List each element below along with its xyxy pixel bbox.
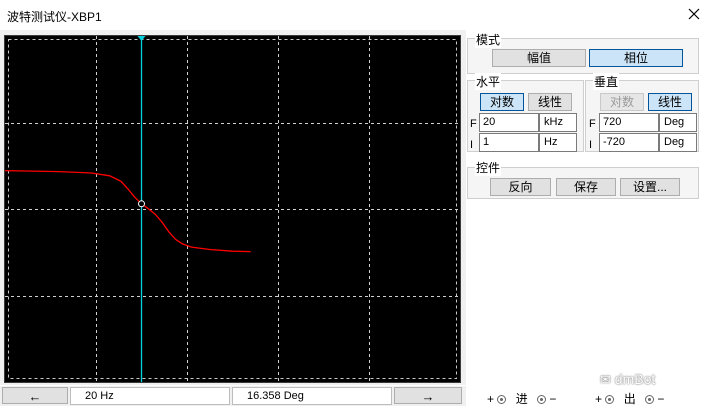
vertical-log-button[interactable]: 对数: [600, 93, 644, 111]
cursor-handle-icon[interactable]: [137, 36, 146, 41]
cursor-left-button[interactable]: ←: [2, 387, 68, 404]
output-terminal-label: 出: [623, 392, 636, 406]
cursor-right-button[interactable]: →: [394, 387, 462, 404]
save-button[interactable]: 保存: [556, 178, 616, 196]
input-minus-terminal-icon[interactable]: [537, 395, 547, 405]
output-plus-terminal-icon[interactable]: [605, 395, 615, 405]
settings-button[interactable]: 设置...: [620, 178, 680, 196]
input-terminals: + 进 −: [487, 390, 556, 407]
output-minus-terminal-icon[interactable]: [645, 395, 655, 405]
phase-trace: [5, 169, 251, 253]
output-terminals: + 出 −: [595, 390, 664, 407]
close-icon[interactable]: [686, 6, 702, 22]
vertical-f-label: F: [589, 118, 596, 130]
bode-plotter-window: 波特测试仪-XBP1 ← 20 Hz 16.358 Deg → 模式 幅值 相位: [0, 0, 708, 409]
plot-area[interactable]: [4, 35, 461, 383]
output-minus-label: −: [657, 392, 665, 406]
vertical-final-unit[interactable]: Deg: [659, 113, 697, 132]
horizontal-f-label: F: [470, 118, 477, 130]
status-bar: ← 20 Hz 16.358 Deg →: [0, 386, 466, 406]
watermark-text: dmBot: [614, 371, 656, 387]
horizontal-initial-unit[interactable]: Hz: [539, 133, 577, 152]
mode-label: 模式: [475, 31, 502, 48]
arrow-left-icon: ←: [28, 389, 42, 404]
watermark: ✉ dmBot: [600, 371, 655, 388]
wechat-icon: ✉: [600, 372, 611, 387]
vertical-i-label: I: [589, 139, 593, 151]
arrow-right-icon: →: [421, 389, 435, 404]
vertical-final-input[interactable]: 720: [599, 113, 659, 132]
cursor-value: 16.358 Deg: [232, 387, 392, 405]
horizontal-initial-input[interactable]: 1: [479, 133, 539, 152]
reverse-button[interactable]: 反向: [490, 178, 551, 196]
vertical-linear-button[interactable]: 线性: [648, 93, 692, 111]
horizontal-log-button[interactable]: 对数: [480, 93, 524, 111]
output-plus-label: +: [595, 392, 603, 406]
display-panel: [0, 30, 466, 385]
vertical-label: 垂直: [593, 73, 620, 90]
controls-label: 控件: [475, 159, 502, 176]
magnitude-button[interactable]: 幅值: [492, 49, 586, 67]
vertical-initial-unit[interactable]: Deg: [659, 133, 697, 152]
cursor-intersection-marker: [138, 200, 145, 208]
input-minus-label: −: [549, 392, 557, 406]
horizontal-linear-button[interactable]: 线性: [528, 93, 572, 111]
horizontal-label: 水平: [475, 73, 502, 90]
plot-svg: [5, 36, 460, 382]
horizontal-final-unit[interactable]: kHz: [539, 113, 577, 132]
vertical-initial-input[interactable]: -720: [599, 133, 659, 152]
input-plus-terminal-icon[interactable]: [497, 395, 507, 405]
input-terminal-label: 进: [515, 392, 528, 406]
phase-button[interactable]: 相位: [589, 49, 683, 67]
control-panel: 模式 幅值 相位 水平 对数 线性 F 20 kHz I 1 Hz 垂直 对数 …: [467, 30, 708, 409]
window-title: 波特测试仪-XBP1: [7, 10, 102, 24]
title-bar: 波特测试仪-XBP1: [0, 0, 708, 30]
horizontal-final-input[interactable]: 20: [479, 113, 539, 132]
cursor-frequency: 20 Hz: [70, 387, 230, 405]
horizontal-i-label: I: [470, 139, 474, 151]
input-plus-label: +: [487, 392, 495, 406]
